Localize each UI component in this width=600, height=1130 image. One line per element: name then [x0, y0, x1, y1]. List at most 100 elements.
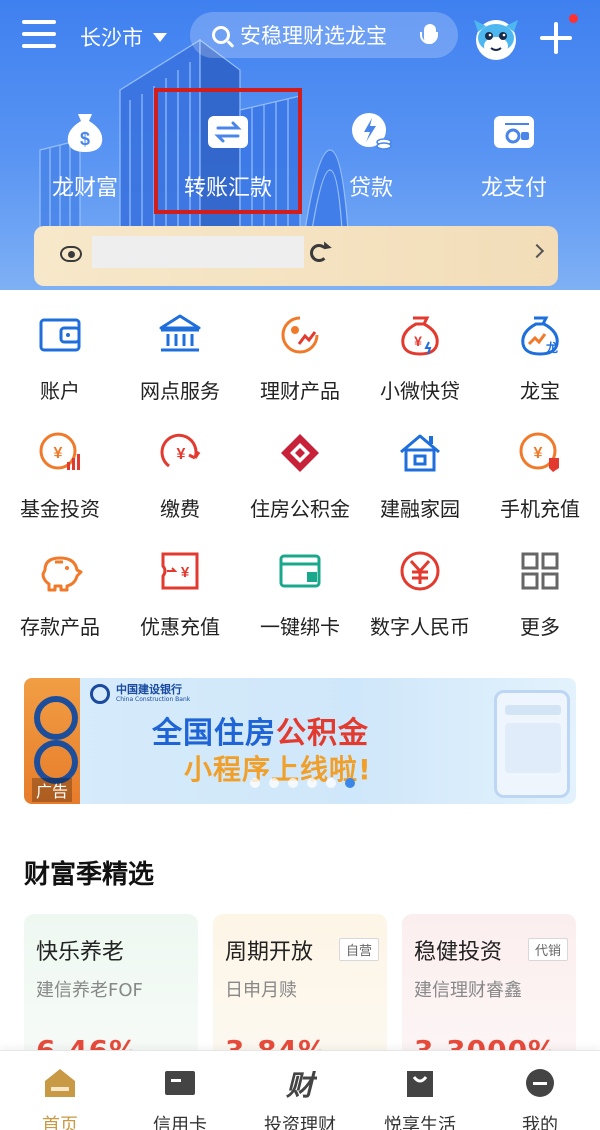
service-deposit[interactable]: 存款产品 — [0, 548, 120, 640]
mascot-avatar-icon[interactable] — [470, 12, 522, 64]
section-title: 财富季精选 — [24, 860, 155, 890]
service-longbao[interactable]: 龙 龙宝 — [480, 312, 600, 404]
banner-headline-a: 全国住房 — [152, 716, 276, 751]
search-bar[interactable]: 安稳理财选龙宝 — [190, 12, 458, 58]
wealth-card[interactable]: 稳健投资 代销 建信理财睿鑫 3.3000% — [402, 914, 576, 1067]
phone-illustration — [494, 690, 570, 798]
quick-action-longcaifu[interactable]: $ 龙财富 — [30, 108, 140, 202]
nav-label: 首页 — [42, 1115, 78, 1130]
top-bar: 长沙市 安稳理财选龙宝 — [0, 0, 600, 74]
service-bind-card[interactable]: 一键绑卡 — [240, 548, 360, 640]
svg-text:¥: ¥ — [414, 333, 422, 349]
microphone-icon[interactable] — [420, 24, 438, 44]
bank-name-en: China Construction Bank — [116, 696, 191, 703]
page-dot[interactable] — [326, 778, 336, 788]
card-title: 周期开放 — [225, 940, 314, 965]
banner-headline: 全国住房公积金 — [152, 708, 369, 752]
card-title: 稳健投资 — [414, 940, 503, 965]
quick-action-longpay[interactable]: 龙支付 — [459, 108, 569, 202]
balance-bar[interactable] — [34, 226, 558, 286]
decoration — [34, 696, 78, 740]
bind-card-icon — [279, 554, 321, 588]
app-screen: 长沙市 安稳理财选龙宝 $ 龙财富 转账汇款 贷款 龙支付 账户 网点服务 理财… — [0, 0, 600, 1130]
service-label: 更多 — [520, 615, 560, 639]
quick-action-label: 龙财富 — [51, 176, 118, 201]
quick-action-label: 龙支付 — [480, 176, 547, 201]
wealth-icon: 财 — [285, 1069, 318, 1102]
search-placeholder: 安稳理财选龙宝 — [240, 24, 387, 48]
card-subtitle: 建信理财睿鑫 — [414, 980, 522, 1001]
page-dot[interactable] — [269, 778, 279, 788]
service-label: 住房公积金 — [250, 497, 350, 521]
money-bag-icon: $ — [67, 114, 103, 152]
card-subtitle: 日申月赎 — [225, 980, 297, 1001]
city-name: 长沙市 — [80, 26, 143, 50]
coupon-icon: ¥ — [161, 552, 199, 590]
service-fund[interactable]: ¥ 基金投资 — [0, 430, 120, 522]
page-dot-active[interactable] — [345, 778, 355, 788]
service-micro-loan[interactable]: ¥ 小微快贷 — [360, 312, 480, 404]
banner-pagination[interactable] — [250, 778, 364, 788]
service-label: 数字人民币 — [370, 615, 470, 639]
nav-profile[interactable]: 我的 — [480, 1051, 600, 1130]
service-account[interactable]: 账户 — [0, 312, 120, 404]
nav-label: 悦享生活 — [384, 1115, 456, 1130]
page-dot[interactable] — [288, 778, 298, 788]
payment-icon: ¥ — [160, 433, 201, 468]
caret-down-icon — [153, 32, 167, 42]
quick-action-loan[interactable]: 贷款 — [316, 108, 426, 202]
service-jianrong-home[interactable]: 建融家园 — [360, 430, 480, 522]
wealth-card[interactable]: 快乐养老 建信养老FOF 6.46% — [24, 914, 198, 1067]
service-label: 缴费 — [160, 497, 200, 521]
banner-headline-b: 公积金 — [276, 716, 369, 751]
bank-name-cn: 中国建设银行 — [116, 683, 182, 696]
menu-icon[interactable] — [22, 20, 56, 50]
balance-masked-area — [92, 236, 304, 268]
nav-investment[interactable]: 财 投资理财 — [240, 1051, 360, 1130]
bank-logo: 中国建设银行 China Construction Bank — [90, 684, 190, 704]
refresh-icon[interactable] — [310, 244, 328, 262]
svg-text:¥: ¥ — [54, 445, 63, 462]
notification-dot — [569, 14, 578, 23]
fund-icon: ¥ — [39, 432, 80, 470]
nav-label: 信用卡 — [153, 1115, 207, 1130]
service-more[interactable]: 更多 — [480, 548, 600, 640]
wealth-chart-icon — [281, 316, 319, 354]
more-grid-icon — [521, 552, 559, 590]
card-subtitle: 建信养老FOF — [36, 980, 143, 1001]
page-dot[interactable] — [307, 778, 317, 788]
service-discount-topup[interactable]: ¥ 优惠充值 — [120, 548, 240, 640]
service-label: 龙宝 — [520, 379, 560, 403]
bottom-nav: 首页 信用卡 财 投资理财 悦享生活 我的 — [0, 1050, 600, 1130]
page-dot[interactable] — [250, 778, 260, 788]
service-digital-rmb[interactable]: 数字人民币 — [360, 548, 480, 640]
home-icon — [45, 1069, 75, 1097]
service-phone-topup[interactable]: ¥ 手机充值 — [480, 430, 600, 522]
service-wealth-products[interactable]: 理财产品 — [240, 312, 360, 404]
wealth-card[interactable]: 周期开放 自营 日申月赎 3.84% — [213, 914, 387, 1067]
service-branch[interactable]: 网点服务 — [120, 312, 240, 404]
svg-text:¥: ¥ — [177, 446, 186, 463]
nav-lifestyle[interactable]: 悦享生活 — [360, 1051, 480, 1130]
profile-icon — [526, 1069, 554, 1097]
credit-card-icon — [165, 1071, 195, 1095]
nav-home[interactable]: 首页 — [0, 1051, 120, 1130]
city-selector[interactable]: 长沙市 — [80, 22, 167, 52]
eye-icon[interactable] — [60, 246, 82, 262]
svg-text:¥: ¥ — [181, 564, 190, 581]
add-button[interactable] — [540, 14, 578, 54]
service-label: 手机充值 — [500, 497, 580, 521]
search-icon — [212, 26, 230, 44]
service-label: 优惠充值 — [140, 615, 220, 639]
ad-label: 广告 — [32, 778, 73, 802]
nav-credit-card[interactable]: 信用卡 — [120, 1051, 240, 1130]
digital-yuan-icon — [400, 551, 440, 591]
wallet-pay-icon — [494, 116, 534, 148]
service-label: 存款产品 — [20, 615, 100, 639]
nav-label: 投资理财 — [264, 1115, 336, 1130]
service-housing-fund[interactable]: 住房公积金 — [240, 430, 360, 522]
ccb-logo-icon — [90, 684, 110, 704]
service-payment[interactable]: ¥ 缴费 — [120, 430, 240, 522]
service-label: 小微快贷 — [380, 379, 460, 403]
chevron-right-icon[interactable] — [529, 243, 545, 259]
